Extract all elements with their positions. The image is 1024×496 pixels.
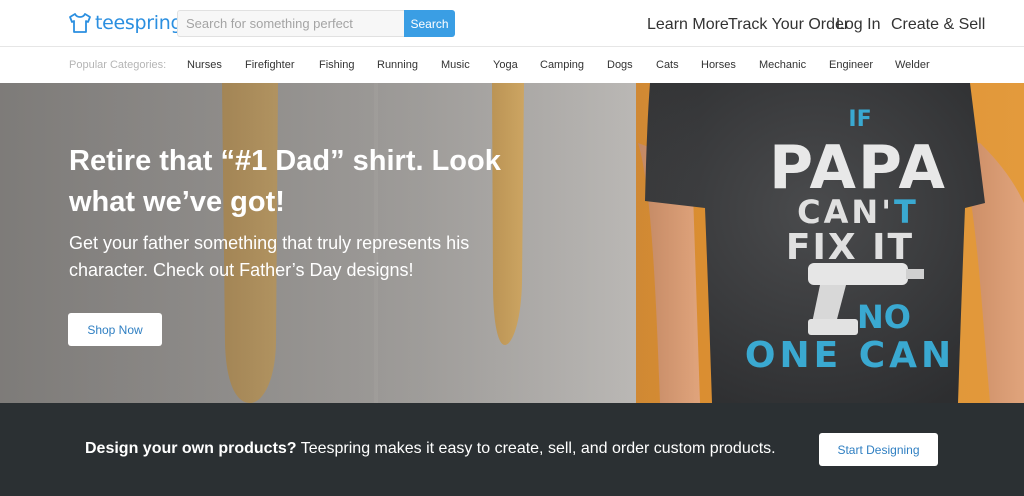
shirt-text-fixit: FIX IT: [786, 227, 914, 268]
site-header: teespring Search Learn More Track Your O…: [0, 0, 1024, 47]
shirt-text-cant: CAN'T: [797, 193, 919, 231]
category-fishing[interactable]: Fishing: [319, 59, 354, 71]
nav-learn-more[interactable]: Learn More: [647, 16, 729, 34]
hero-subtitle: Get your father something that truly rep…: [69, 233, 470, 280]
category-horses[interactable]: Horses: [701, 59, 736, 71]
nav-log-in[interactable]: Log In: [836, 16, 880, 34]
design-promo-text: Design your own products? Teespring make…: [85, 440, 776, 458]
category-label: Popular Categories:: [69, 59, 167, 71]
nav-create-sell[interactable]: Create & Sell: [891, 16, 985, 34]
tshirt-logo-icon: [69, 13, 91, 33]
hero-title: Retire that “#1 Dad” shirt. Look what we…: [69, 145, 501, 218]
logo-text: teespring: [95, 12, 183, 34]
category-camping[interactable]: Camping: [540, 59, 584, 71]
category-cats[interactable]: Cats: [656, 59, 679, 71]
category-yoga[interactable]: Yoga: [493, 59, 518, 71]
category-bar: Popular Categories: Nurses Firefighter F…: [0, 48, 1024, 83]
shirt-text-no: NO: [857, 298, 911, 336]
category-welder[interactable]: Welder: [895, 59, 930, 71]
category-engineer[interactable]: Engineer: [829, 59, 873, 71]
hero-banner: IF PAPA CAN'T FIX IT NO ONE CAN Retire t…: [0, 83, 1024, 403]
search-bar: Search: [177, 10, 455, 37]
design-your-own-strip: Design your own products? Teespring make…: [0, 403, 1024, 496]
nav-track-order[interactable]: Track Your Order: [728, 16, 849, 34]
start-designing-button[interactable]: Start Designing: [819, 433, 938, 466]
category-dogs[interactable]: Dogs: [607, 59, 633, 71]
search-input[interactable]: [177, 10, 404, 37]
category-nurses[interactable]: Nurses: [187, 59, 222, 71]
shirt-text-onecan: ONE CAN: [745, 335, 955, 376]
category-music[interactable]: Music: [441, 59, 470, 71]
design-promo-bold: Design your own products?: [85, 440, 297, 457]
teespring-logo[interactable]: teespring: [68, 9, 183, 37]
category-mechanic[interactable]: Mechanic: [759, 59, 806, 71]
category-firefighter[interactable]: Firefighter: [245, 59, 295, 71]
search-button[interactable]: Search: [404, 10, 455, 37]
shirt-text-if: IF: [848, 107, 871, 132]
design-promo-body: Teespring makes it easy to create, sell,…: [296, 440, 776, 457]
shop-now-button[interactable]: Shop Now: [68, 313, 162, 346]
category-running[interactable]: Running: [377, 59, 418, 71]
